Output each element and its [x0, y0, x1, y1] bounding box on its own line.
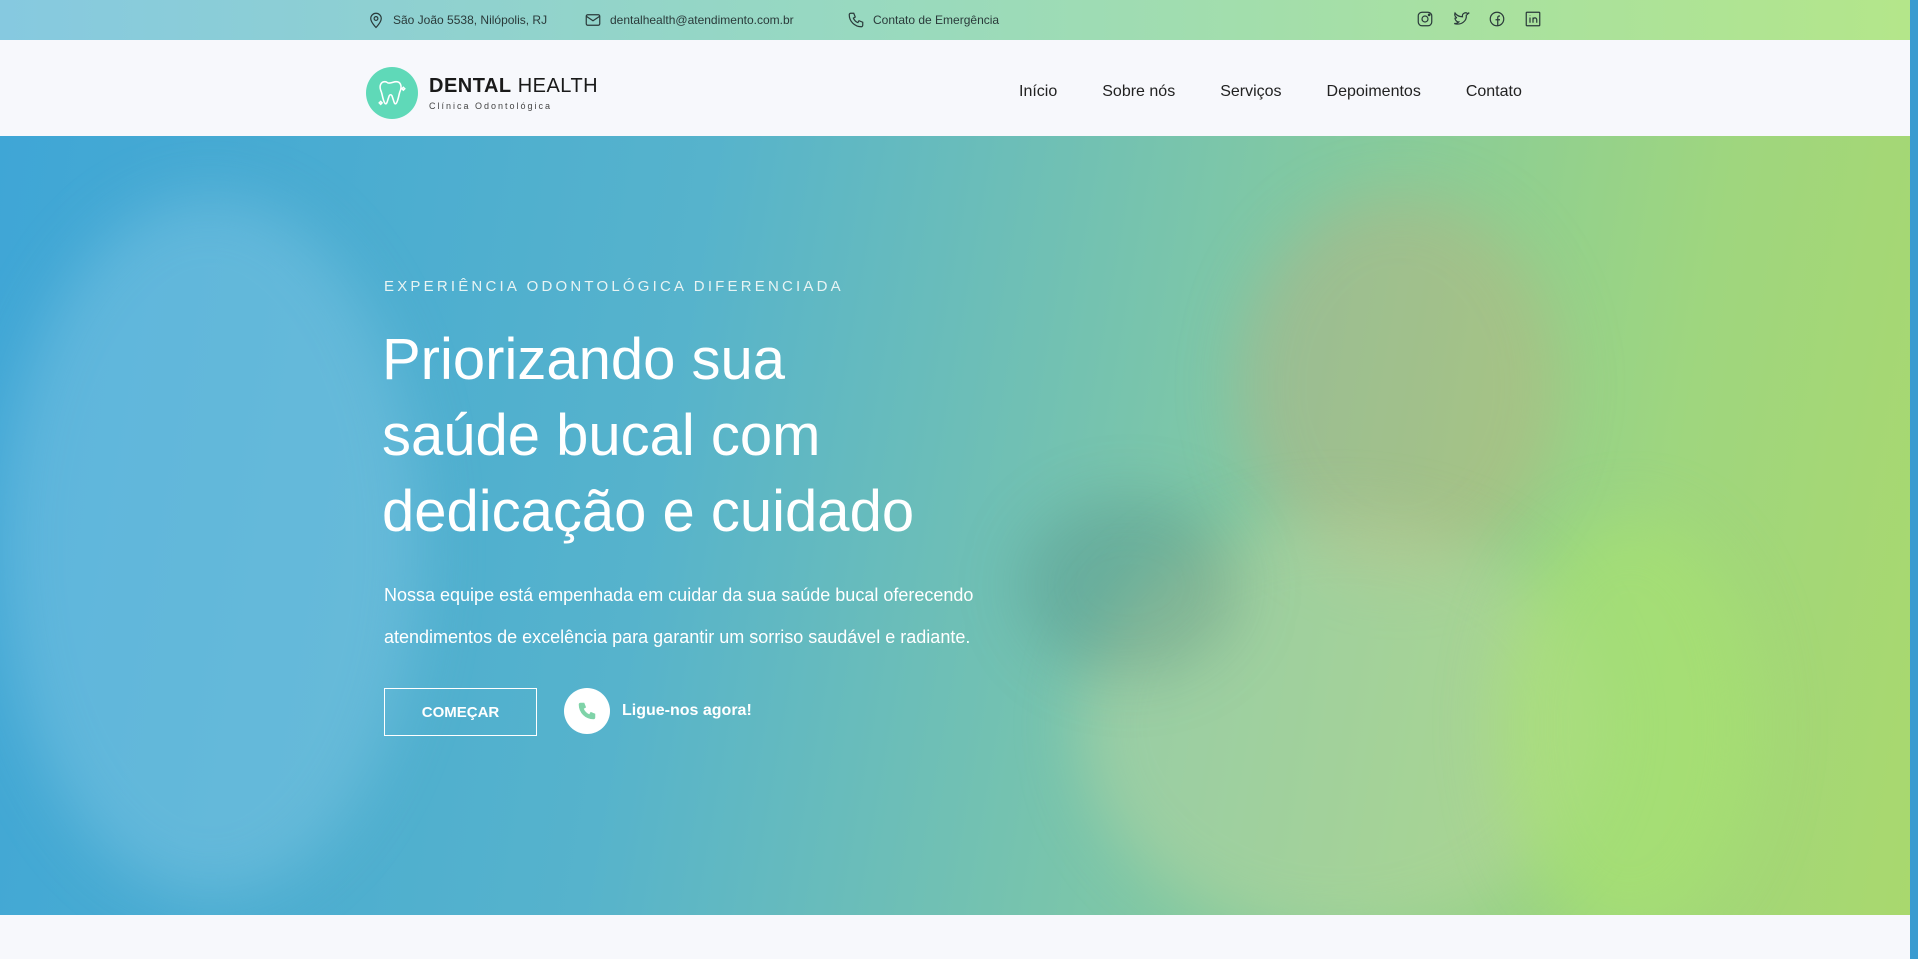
twitter-icon[interactable]: [1452, 10, 1470, 28]
brand-subtitle: Clínica Odontológica: [429, 101, 553, 111]
start-button[interactable]: COMEÇAR: [384, 688, 537, 736]
emergency-contact-link[interactable]: Contato de Emergência: [847, 11, 999, 29]
nav-item-depoimentos[interactable]: Depoimentos: [1327, 83, 1421, 101]
mail-icon: [585, 14, 601, 26]
nav-item-servicos[interactable]: Serviços: [1220, 83, 1281, 101]
hero-title: Priorizando sua saúde bucal com dedicaçã…: [382, 327, 915, 544]
phone-icon: [564, 688, 610, 734]
linkedin-icon[interactable]: [1524, 10, 1542, 28]
phone-icon: [848, 12, 864, 28]
nav-item-sobre-nos[interactable]: Sobre nós: [1102, 83, 1175, 101]
hero-section: EXPERIÊNCIA ODONTOLÓGICA DIFERENCIADA Pr…: [0, 136, 1910, 915]
brand-name: DENTAL HEALTH: [429, 75, 599, 97]
call-now-link[interactable]: Ligue-nos agora!: [564, 688, 752, 734]
scrollbar[interactable]: [1910, 0, 1918, 959]
nav-item-contato[interactable]: Contato: [1466, 83, 1522, 101]
hero-eyebrow: EXPERIÊNCIA ODONTOLÓGICA DIFERENCIADA: [384, 278, 844, 295]
nav-item-inicio[interactable]: Início: [1019, 83, 1057, 101]
location-pin-icon: [370, 12, 382, 29]
hero-description: Nossa equipe está empenhada em cuidar da…: [384, 585, 974, 647]
logo[interactable]: DENTAL HEALTH Clínica Odontológica: [366, 67, 598, 119]
hero-background-photo: [1240, 196, 1560, 576]
instagram-icon[interactable]: [1416, 10, 1434, 28]
address: São João 5538, Nilópolis, RJ: [367, 11, 547, 29]
tooth-icon: [366, 67, 418, 119]
facebook-icon[interactable]: [1488, 10, 1506, 28]
top-bar: São João 5538, Nilópolis, RJ dentalhealt…: [0, 0, 1910, 40]
main-nav: DENTAL HEALTH Clínica Odontológica Iníci…: [0, 40, 1910, 136]
email-link[interactable]: dentalhealth@atendimento.com.br: [584, 11, 794, 29]
